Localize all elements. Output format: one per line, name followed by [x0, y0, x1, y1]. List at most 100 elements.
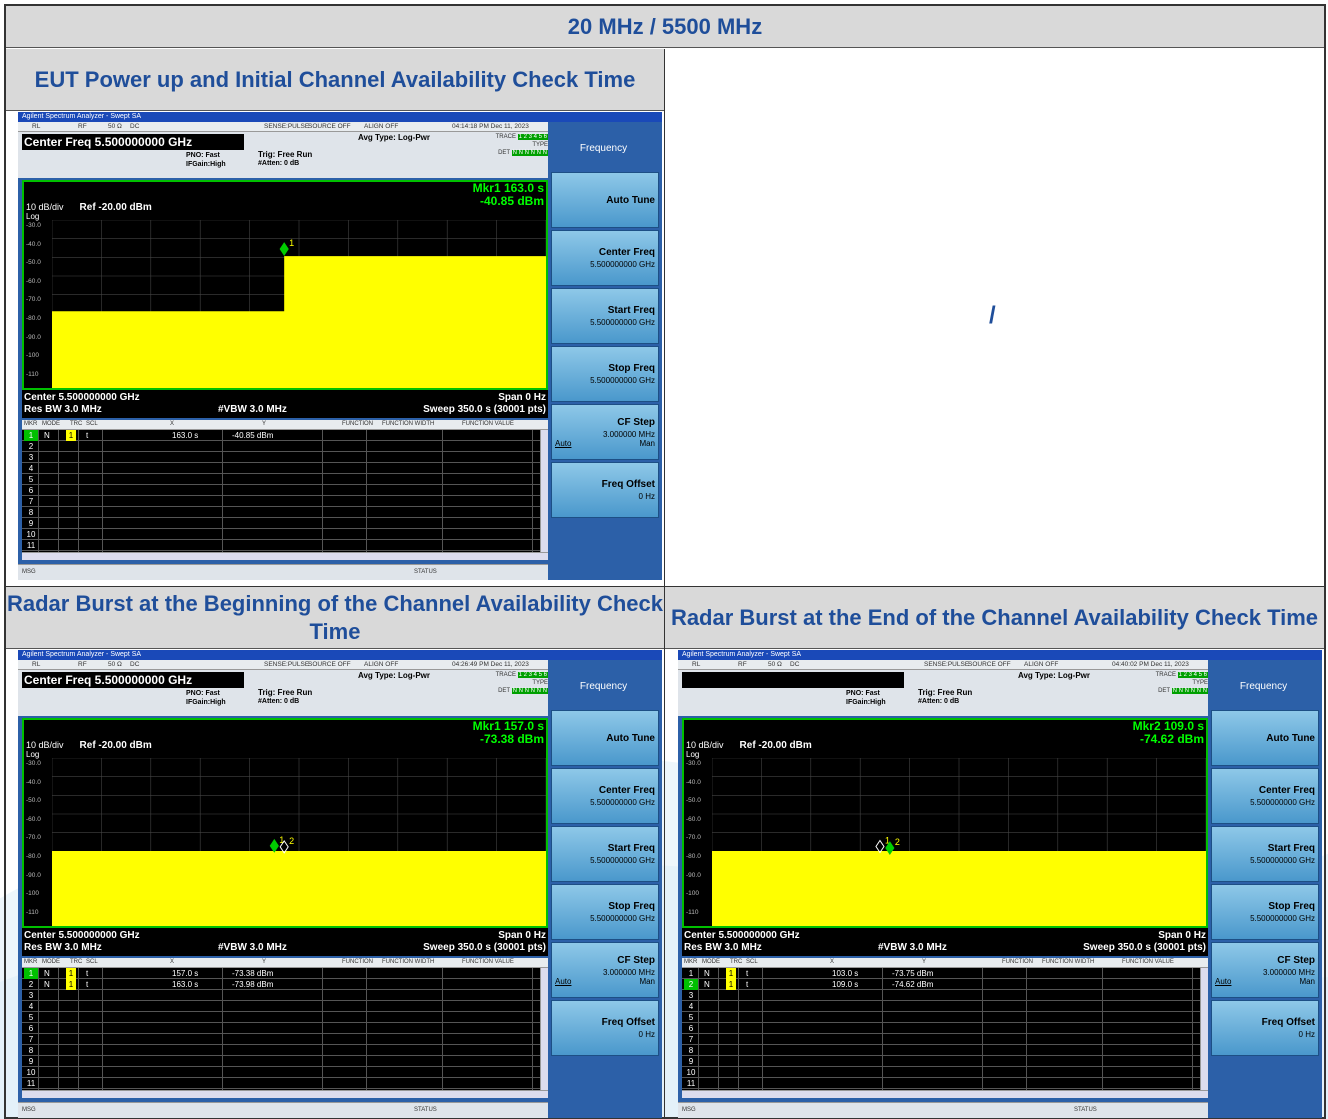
status-dc: DC — [790, 661, 800, 668]
vertical-scrollbar[interactable] — [540, 430, 548, 552]
table-row[interactable]: 7 — [682, 1034, 1208, 1045]
y-tick-label: -40.0 — [26, 240, 41, 248]
table-row[interactable]: 8 — [682, 1045, 1208, 1056]
auto-man-toggle[interactable]: Auto Man — [1212, 977, 1315, 986]
horizontal-scrollbar[interactable] — [22, 1090, 548, 1098]
freq-offset-button[interactable]: Freq Offset 0 Hz — [1211, 1000, 1319, 1056]
auto-tune-button[interactable]: Auto Tune — [1211, 710, 1319, 766]
y-tick-label: -30.0 — [26, 222, 41, 229]
table-row[interactable]: 11 — [682, 1078, 1208, 1089]
horizontal-scrollbar[interactable] — [22, 552, 548, 560]
det-label: DET — [1158, 688, 1172, 694]
center-freq-button[interactable]: Center Freq 5.500000000 GHz — [1211, 768, 1319, 824]
row-index: 8 — [688, 1046, 694, 1055]
table-row[interactable]: 3 — [22, 990, 548, 1001]
column-divider — [222, 430, 223, 552]
horizontal-scrollbar[interactable] — [682, 1090, 1208, 1098]
row-index: 5 — [28, 475, 34, 484]
start-freq-button[interactable]: Start Freq 5.500000000 GHz — [551, 288, 659, 344]
stop-freq-button[interactable]: Stop Freq 5.500000000 GHz — [551, 884, 659, 940]
table-row[interactable]: 9 — [22, 518, 548, 529]
table-row[interactable]: 10 — [682, 1067, 1208, 1078]
freq-offset-button[interactable]: Freq Offset 0 Hz — [551, 1000, 659, 1056]
type-row: TYPE — [1192, 680, 1208, 686]
window-title: Agilent Spectrum Analyzer - Swept SA — [18, 112, 662, 122]
softkey-label: Freq Offset — [601, 1017, 655, 1028]
table-row[interactable]: 2 N 1 t 109.0 s -74.62 dBm — [682, 979, 1208, 990]
vertical-scrollbar[interactable] — [1200, 968, 1208, 1090]
softkey-panel: Frequency Auto Tune Center Freq 5.500000000… — [548, 122, 662, 580]
marker-diamond-icon[interactable] — [875, 839, 885, 854]
trace-nums: 1 2 3 4 5 6 — [1177, 672, 1208, 678]
table-row[interactable]: 2 N 1 t 163.0 s -73.98 dBm — [22, 979, 548, 990]
softkey-label: Auto Tune — [606, 194, 655, 206]
row-index: 10 — [26, 1068, 36, 1077]
table-row[interactable]: 6 — [22, 485, 548, 496]
row-trc: 1 — [66, 968, 76, 979]
table-row[interactable]: 7 — [22, 496, 548, 507]
scale-label: 10 dB/div — [26, 740, 64, 750]
trace-row: TRACE 1 2 3 4 5 6 — [1122, 671, 1208, 679]
center-freq-button[interactable]: Center Freq 5.500000000 GHz — [551, 768, 659, 824]
column-header: FUNCTION — [342, 421, 373, 427]
cf-step-button[interactable]: CF Step 3.000000 MHz Auto Man — [1211, 942, 1319, 998]
table-row[interactable]: 2 — [22, 441, 548, 452]
table-row[interactable]: 5 — [682, 1012, 1208, 1023]
auto-tune-button[interactable]: Auto Tune — [551, 172, 659, 228]
softkey-value: 5.500000000 GHz — [590, 376, 655, 385]
freq-offset-button[interactable]: Freq Offset 0 Hz — [551, 462, 659, 518]
cf-step-button[interactable]: CF Step 3.000000 MHz Auto Man — [551, 942, 659, 998]
table-row[interactable]: 6 — [22, 1023, 548, 1034]
marker-readout-level: -73.38 dBm — [479, 732, 544, 746]
table-row[interactable]: 4 — [22, 1001, 548, 1012]
marker-diamond-icon[interactable] — [279, 242, 289, 256]
start-freq-button[interactable]: Start Freq 5.500000000 GHz — [1211, 826, 1319, 882]
table-row[interactable]: 1 N 1 t 157.0 s -73.38 dBm — [22, 968, 548, 979]
status-ohm: 50 Ω — [108, 123, 122, 130]
table-row[interactable]: 9 — [22, 1056, 548, 1067]
table-row[interactable]: 3 — [22, 452, 548, 463]
row-index: 7 — [688, 1035, 694, 1044]
stop-freq-button[interactable]: Stop Freq 5.500000000 GHz — [1211, 884, 1319, 940]
table-row[interactable]: 5 — [22, 474, 548, 485]
vertical-scrollbar[interactable] — [540, 968, 548, 1090]
row-scl: t — [86, 980, 89, 989]
table-row[interactable]: 8 — [22, 507, 548, 518]
table-row[interactable]: 6 — [682, 1023, 1208, 1034]
ref-level: 10 dB/div Ref -20.00 dBm — [686, 740, 812, 751]
softkey-value: 5.500000000 GHz — [590, 260, 655, 269]
center-freq-banner — [682, 672, 904, 688]
stop-freq-button[interactable]: Stop Freq 5.500000000 GHz — [551, 346, 659, 402]
table-row[interactable]: 10 — [22, 529, 548, 540]
column-divider — [322, 430, 323, 552]
table-row[interactable]: 4 — [22, 463, 548, 474]
table-row[interactable]: 10 — [22, 1067, 548, 1078]
cf-step-button[interactable]: CF Step 3.000000 MHz Auto Man — [551, 404, 659, 460]
auto-tune-button[interactable]: Auto Tune — [551, 710, 659, 766]
row-trc: 1 — [726, 968, 736, 979]
status-ohm: 50 Ω — [108, 661, 122, 668]
table-row[interactable]: 1 N 1 t 163.0 s -40.85 dBm — [22, 430, 548, 441]
auto-man-toggle[interactable]: Auto Man — [552, 977, 655, 986]
table-row[interactable]: 7 — [22, 1034, 548, 1045]
table-row[interactable]: 5 — [22, 1012, 548, 1023]
status-rf: RF — [738, 661, 747, 668]
avg-type: Avg Type: Log-Pwr — [1018, 671, 1090, 680]
marker-label: 2 — [289, 836, 294, 846]
start-freq-button[interactable]: Start Freq 5.500000000 GHz — [551, 826, 659, 882]
trace-label: TRACE — [495, 672, 518, 678]
table-row[interactable]: 3 — [682, 990, 1208, 1001]
table-row[interactable]: 4 — [682, 1001, 1208, 1012]
table-row[interactable]: 1 N 1 t 103.0 s -73.75 dBm — [682, 968, 1208, 979]
status-strip: RL RF 50 Ω DC SENSE:PULSE SOURCE OFF ALIGN OFF… — [18, 660, 548, 670]
auto-man-toggle[interactable]: Auto Man — [552, 439, 655, 448]
table-row[interactable]: 11 — [22, 1078, 548, 1089]
span-label: Span 0 Hz — [498, 930, 546, 941]
scale-label: 10 dB/div — [26, 202, 64, 212]
table-row[interactable]: 11 — [22, 540, 548, 551]
table-row[interactable]: 9 — [682, 1056, 1208, 1067]
marker-diamond-icon[interactable] — [269, 838, 279, 853]
center-freq-button[interactable]: Center Freq 5.500000000 GHz — [551, 230, 659, 286]
res-bw-label: Res BW 3.0 MHz — [684, 942, 762, 953]
table-row[interactable]: 8 — [22, 1045, 548, 1056]
